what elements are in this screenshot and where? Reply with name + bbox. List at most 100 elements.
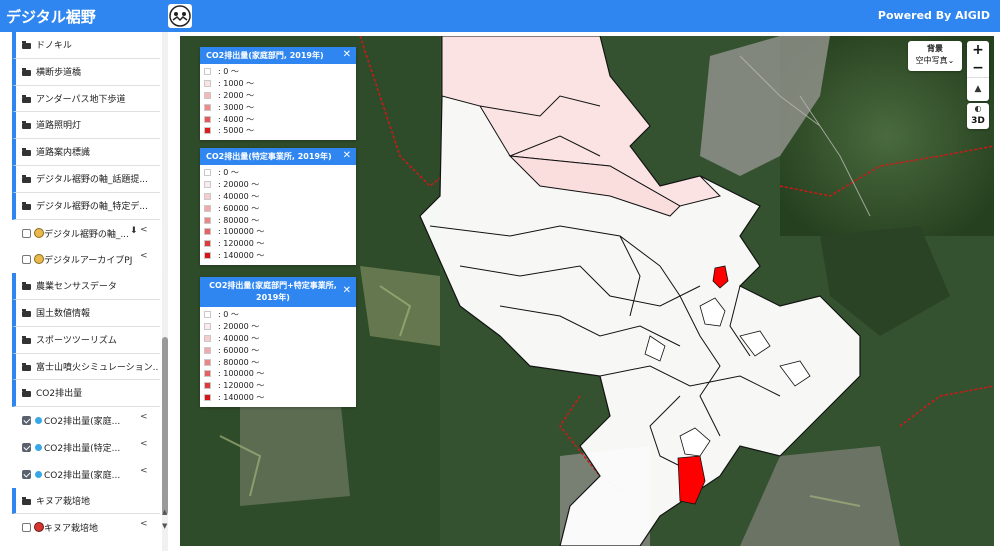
- layer-label: CO2排出量(特定...: [44, 443, 121, 454]
- sidebar-layer-item[interactable]: CO2排出量(特定... <: [12, 433, 160, 461]
- sidebar-folder[interactable]: 国土数値情報: [12, 299, 160, 327]
- layer-checkbox[interactable]: [22, 469, 31, 479]
- layer-label: デジタルアーカイブPJ: [44, 256, 132, 267]
- sidebar-folder[interactable]: アンダーパス地下歩道: [12, 85, 160, 113]
- sidebar-folder[interactable]: 富士山噴火シミュレーション...: [12, 353, 160, 381]
- theme-toggle-icon[interactable]: ◐: [967, 103, 989, 115]
- app-title[interactable]: デジタル裾野: [6, 6, 96, 27]
- legend-swatch: [204, 228, 211, 236]
- chevron-down-icon: ⌄: [947, 56, 955, 65]
- folder-label: 道路照明灯: [36, 121, 82, 132]
- layer-checkbox[interactable]: [22, 228, 31, 238]
- legend-swatch: [204, 127, 211, 135]
- sidebar-layer-item[interactable]: CO2排出量(家庭... <: [12, 460, 160, 488]
- basemap-select[interactable]: 空中写真⌄: [908, 55, 962, 66]
- legend-swatch: [204, 180, 211, 188]
- legend-title-text: CO2排出量(家庭部門, 2019年): [206, 51, 324, 60]
- legend-swatch: [204, 370, 211, 378]
- share-icon[interactable]: <: [140, 519, 148, 529]
- legend-title-text: CO2排出量(家庭部門+特定事業所, 2019年): [209, 281, 337, 302]
- folder-icon: [22, 362, 31, 371]
- layer-checkbox[interactable]: [22, 523, 31, 533]
- close-icon[interactable]: ✕: [343, 285, 351, 297]
- layer-checkbox[interactable]: [22, 442, 31, 452]
- sidebar-folder[interactable]: キヌア栽培地: [12, 487, 160, 515]
- legend-label: : 2000 ～: [218, 90, 255, 100]
- sidebar-scrollbar[interactable]: ▲ ▼: [162, 32, 168, 551]
- 3d-toggle-button[interactable]: 3D: [967, 115, 989, 128]
- legend-body: : 0 ～: 20000 ～: 40000 ～ : 60000 ～ : 80000 …: [200, 165, 356, 265]
- folder-icon: [22, 282, 31, 291]
- sidebar-layer-item[interactable]: キヌア栽培地 <: [12, 514, 160, 542]
- legend-row: : 0 ～: [204, 66, 356, 78]
- share-icon[interactable]: <: [140, 439, 148, 449]
- sidebar-folder[interactable]: CO2排出量: [12, 380, 160, 408]
- legend-row: : 120000 ～: [204, 238, 356, 250]
- legend-swatch: [204, 192, 211, 200]
- folder-label: CO2排出量: [36, 389, 83, 400]
- folder-icon: [22, 121, 31, 130]
- legend-swatch: [204, 216, 211, 224]
- layer-list: ドノキル横断歩道橋アンダーパス地下歩道 道路照明灯道路案内標識デジタル裾野の軸_話…: [0, 32, 164, 542]
- legend-row: : 60000 ～: [204, 345, 356, 357]
- close-icon[interactable]: ✕: [343, 49, 351, 60]
- legend-swatch: [204, 204, 211, 212]
- legend-row: : 40000 ～: [204, 333, 356, 345]
- legend-title: CO2排出量(特定事業所, 2019年) ✕: [200, 148, 356, 165]
- folder-icon: [22, 94, 31, 103]
- folder-label: 国土数値情報: [36, 308, 91, 319]
- app-logo-icon[interactable]: [168, 4, 192, 28]
- download-icon[interactable]: ⬇: [130, 226, 138, 236]
- legend-label: : 3000 ～: [218, 102, 255, 112]
- layer-checkbox[interactable]: [22, 255, 31, 265]
- sidebar-folder[interactable]: 道路案内標識: [12, 139, 160, 166]
- sidebar-folder[interactable]: 道路照明灯: [12, 112, 160, 140]
- close-icon[interactable]: ✕: [343, 150, 351, 161]
- legend-label: : 80000 ～: [218, 357, 260, 367]
- folder-label: 道路案内標識: [36, 148, 91, 159]
- scrollbar-thumb[interactable]: [162, 337, 168, 515]
- folder-label: アンダーパス地下歩道: [36, 94, 126, 105]
- sidebar-folder[interactable]: デジタル裾野の軸_特定デ...: [12, 192, 160, 220]
- layer-checkbox[interactable]: [22, 416, 31, 426]
- legend-row: : 140000 ～: [204, 392, 356, 404]
- sidebar-layer-item[interactable]: デジタルアーカイブPJ <: [12, 246, 160, 274]
- zoom-in-button[interactable]: +: [967, 41, 989, 59]
- folder-icon: [22, 41, 31, 49]
- scroll-up-icon[interactable]: ▲: [162, 508, 167, 516]
- sidebar-layer-item[interactable]: デジタル裾野の軸_... ⬇ <: [12, 219, 160, 247]
- basemap-switcher[interactable]: 背景 空中写真⌄: [908, 41, 962, 71]
- legend-row: : 3000 ～: [204, 102, 356, 114]
- folder-label: ドノキル: [36, 41, 72, 51]
- folder-label: デジタル裾野の軸_話題提...: [36, 174, 148, 185]
- sidebar-folder[interactable]: 農業センサスデータ: [12, 273, 160, 300]
- legend-label: : 40000 ～: [218, 191, 260, 201]
- sidebar-folder[interactable]: デジタル裾野の軸_話題提...: [12, 165, 160, 193]
- share-icon[interactable]: <: [140, 251, 148, 261]
- share-icon[interactable]: <: [140, 466, 148, 476]
- folder-icon: [22, 335, 31, 344]
- compass-icon[interactable]: ▲: [967, 77, 989, 99]
- share-icon[interactable]: <: [140, 412, 148, 422]
- layer-label: CO2排出量(家庭...: [44, 417, 121, 428]
- share-icon[interactable]: <: [140, 225, 148, 235]
- legend-row: : 20000 ～: [204, 179, 356, 191]
- legend-body: : 0 ～: 1000 ～: 2000 ～: 3000 ～: 4000 ～: 5…: [200, 64, 356, 140]
- legend-label: : 4000 ～: [218, 114, 255, 124]
- sidebar-layer-item[interactable]: CO2排出量(家庭... <: [12, 407, 160, 434]
- sidebar-folder[interactable]: 横断歩道橋: [12, 58, 160, 86]
- legend-label: : 60000 ～: [218, 203, 260, 213]
- sidebar-folder[interactable]: スポーツツーリズム: [12, 326, 160, 354]
- powered-by: Powered By AIGID: [877, 9, 990, 22]
- zoom-out-button[interactable]: −: [967, 59, 989, 77]
- scroll-down-icon[interactable]: ▼: [162, 522, 167, 530]
- legend-row: : 2000 ～: [204, 90, 356, 102]
- legend-row: : 0 ～: [204, 167, 356, 179]
- legend-label: : 80000 ～: [218, 215, 260, 225]
- layer-badge-icon: [34, 522, 44, 533]
- sidebar-folder[interactable]: ドノキル: [12, 32, 160, 59]
- layer-badge-icon: [34, 254, 44, 265]
- legend-swatch: [204, 334, 211, 342]
- layer-color-dot: [35, 417, 42, 425]
- legend-label: : 0 ～: [218, 67, 239, 76]
